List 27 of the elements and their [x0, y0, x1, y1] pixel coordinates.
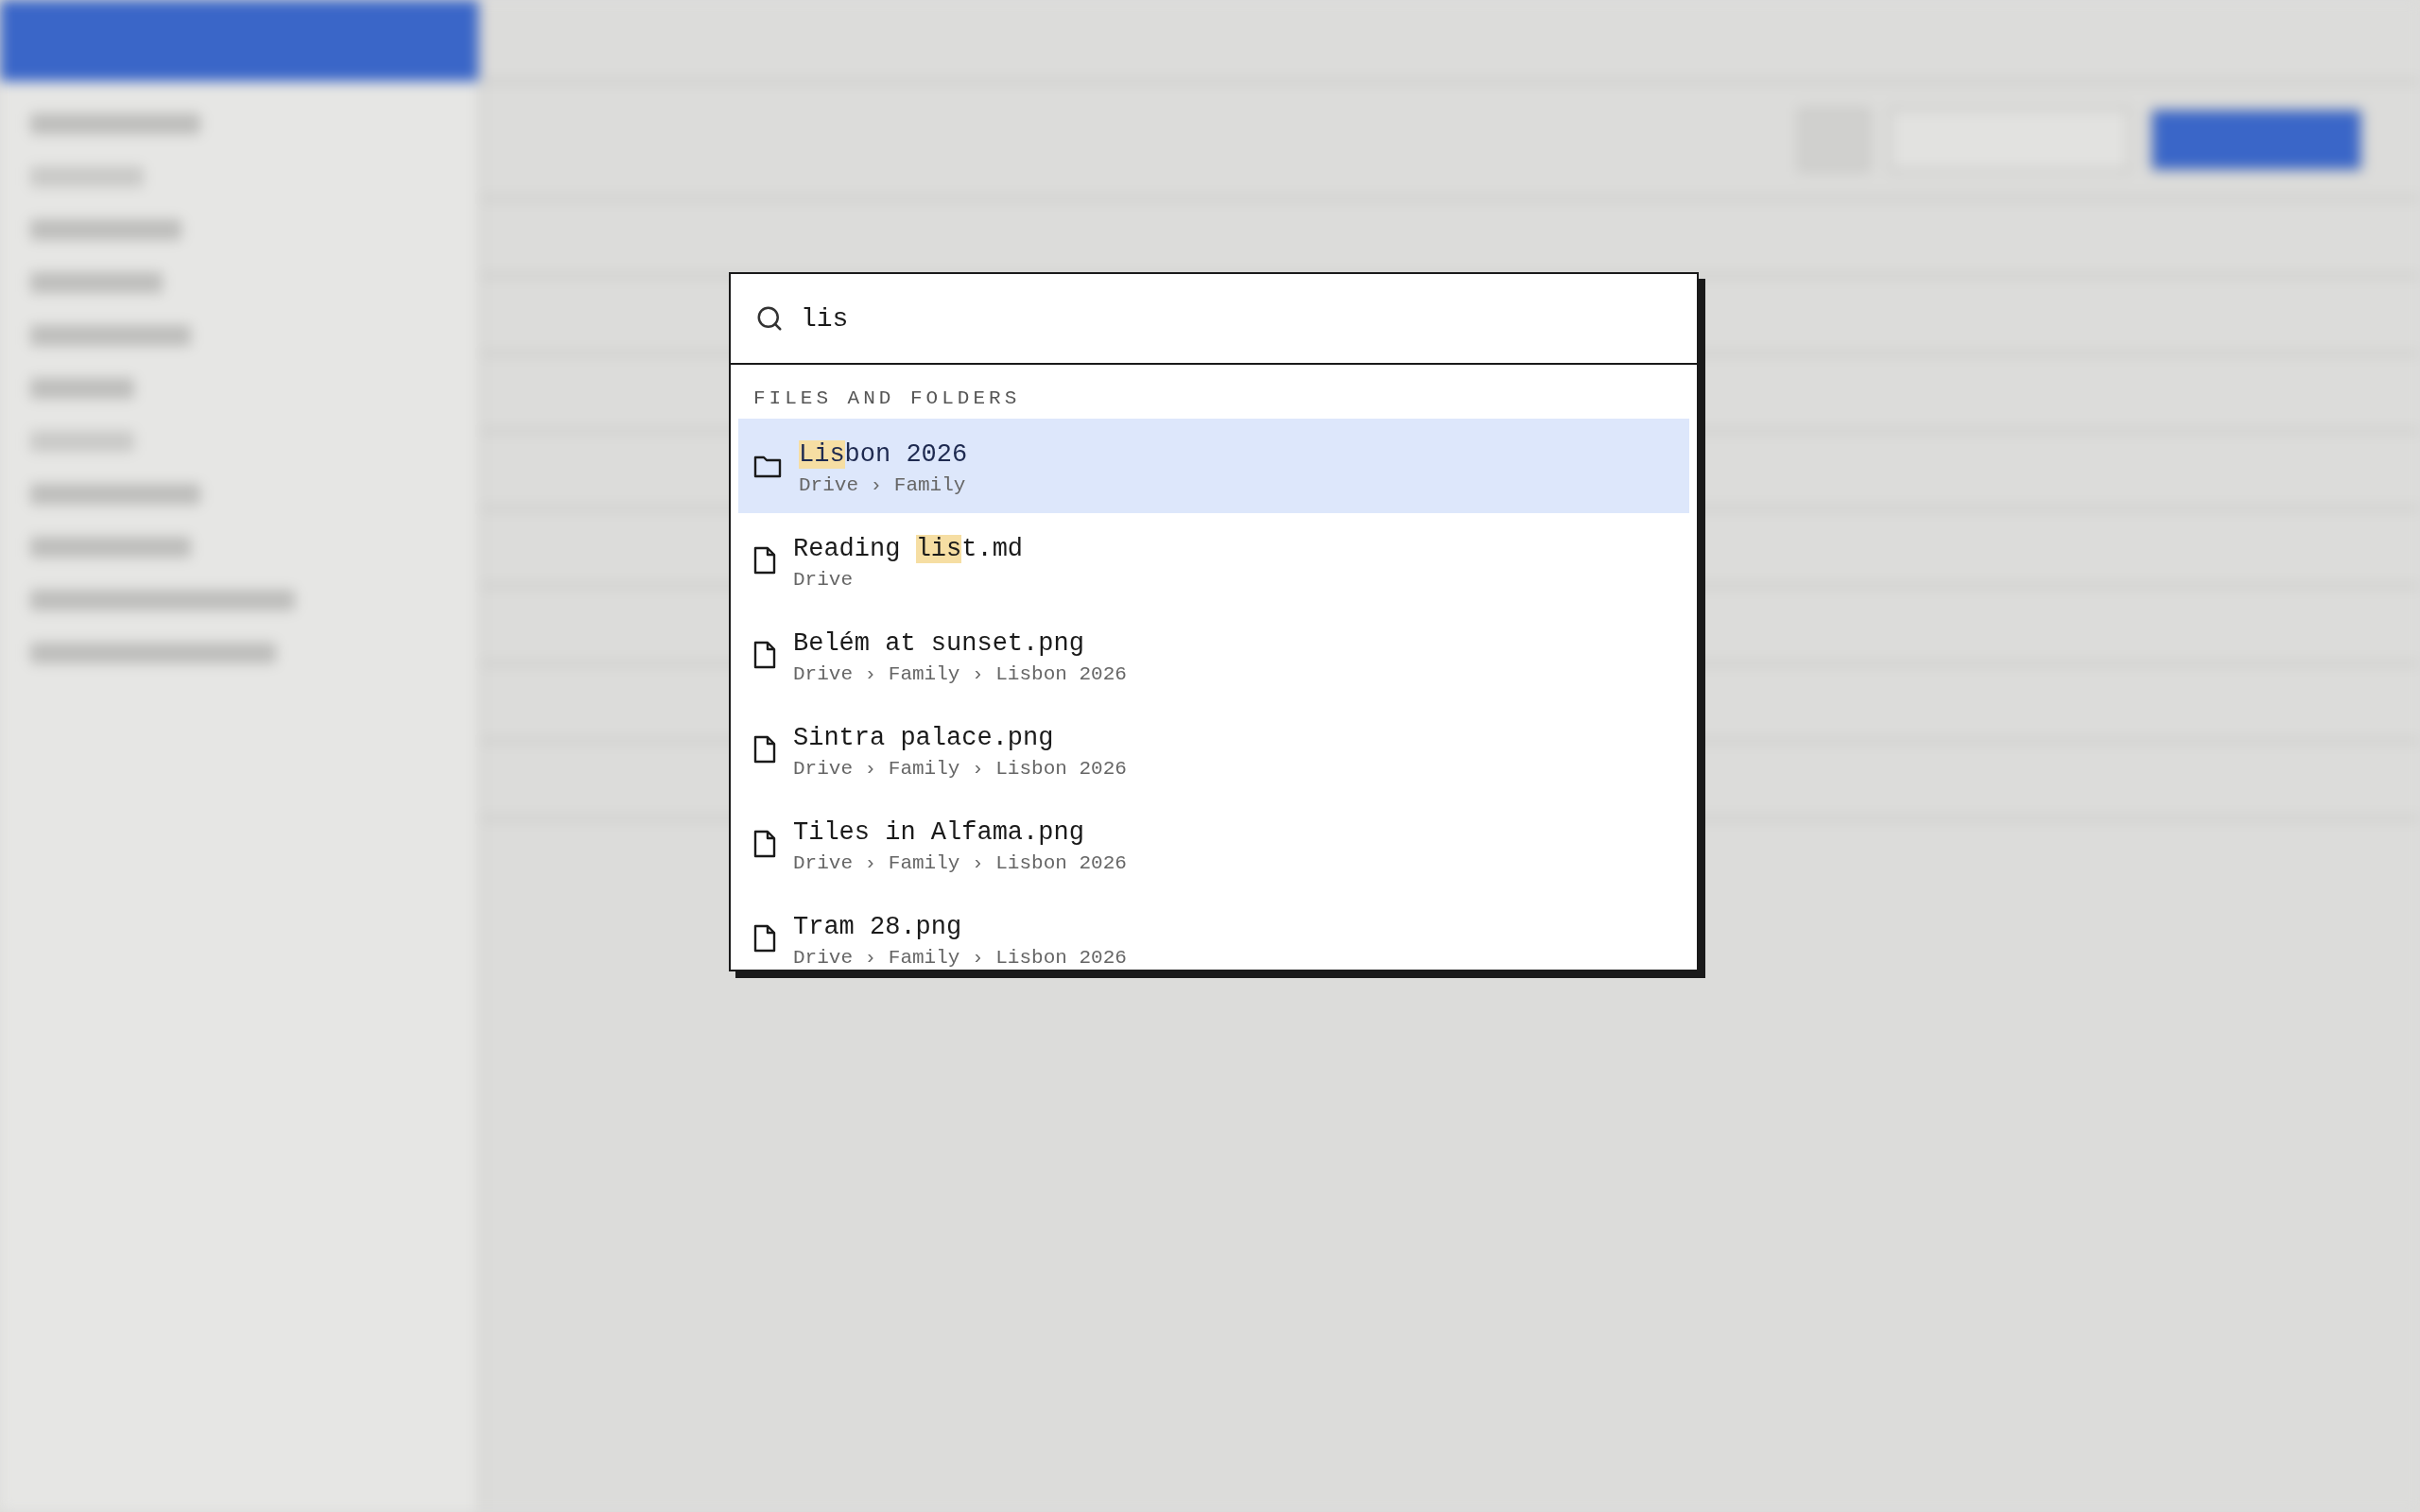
result-name: Lisbon 2026 [799, 439, 968, 469]
result-path: Drive › Family › Lisbon 2026 [793, 662, 1127, 685]
search-input[interactable]: lis [801, 303, 1672, 334]
result-name: Tiles in Alfama.png [793, 817, 1085, 847]
search-result[interactable]: Belém at sunset.png Drive › Family › Lisbon 2026 [738, 608, 1689, 702]
result-path: Drive › Family › Lisbon 2026 [793, 946, 1127, 969]
result-name: Tram 28.png [793, 912, 963, 941]
search-result[interactable]: Tram 28.png Drive › Family › Lisbon 2026 [738, 891, 1689, 970]
search-result[interactable]: Tiles in Alfama.png Drive › Family › Lisbon 2026 [738, 797, 1689, 891]
result-path: Drive [793, 568, 854, 591]
result-name: Belém at sunset.png [793, 628, 1085, 658]
result-path: Drive › Family [799, 473, 967, 496]
file-icon [753, 735, 776, 764]
result-path: Drive › Family › Lisbon 2026 [793, 757, 1127, 780]
file-icon [753, 924, 776, 953]
result-path: Drive › Family › Lisbon 2026 [793, 851, 1127, 874]
search-result[interactable]: Sintra palace.png Drive › Family › Lisbon 2026 [738, 702, 1689, 797]
file-icon [753, 546, 776, 575]
result-name: Sintra palace.png [793, 723, 1055, 752]
search-result[interactable]: Reading list.md Drive [738, 513, 1689, 608]
result-name: Reading list.md [793, 534, 1024, 563]
search-icon [755, 304, 784, 333]
section-heading: FILES AND FOLDERS [752, 387, 1022, 411]
folder-icon [753, 454, 782, 478]
file-icon [753, 830, 776, 858]
file-icon [753, 641, 776, 669]
search-result[interactable]: Lisbon 2026 Drive › Family [738, 419, 1689, 513]
